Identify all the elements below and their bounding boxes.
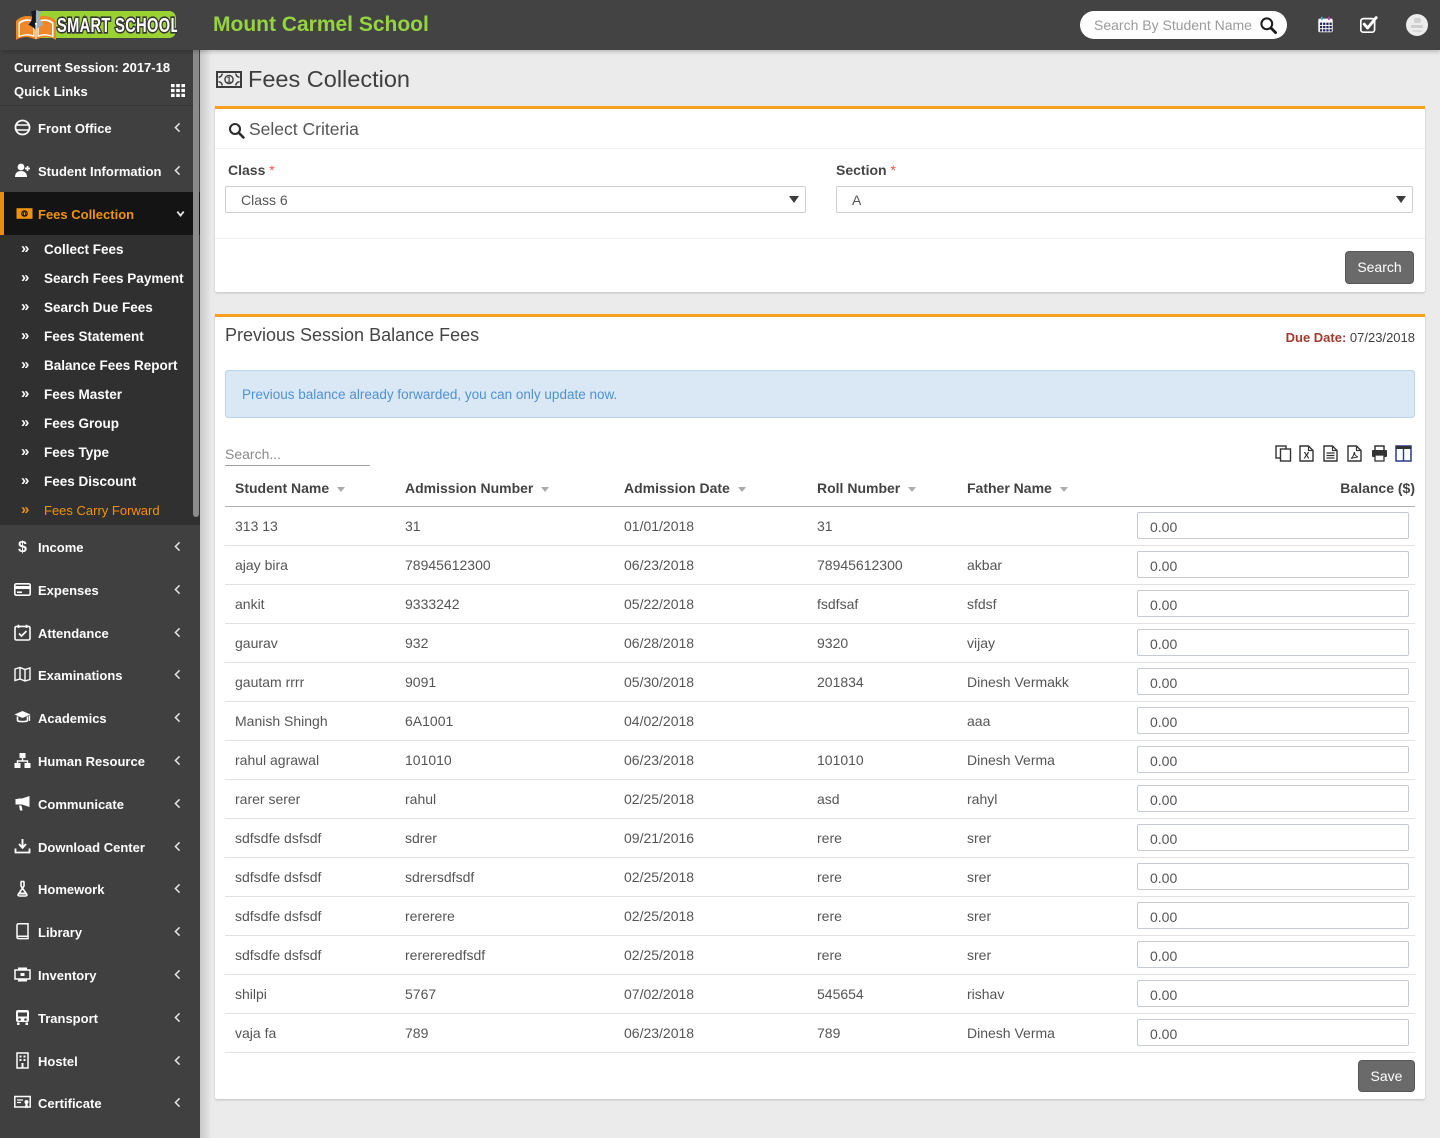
svg-text:$: $ (18, 539, 27, 555)
svg-text:X: X (1303, 451, 1309, 461)
svg-text:0: 0 (23, 211, 27, 218)
svg-text:1: 1 (227, 75, 232, 84)
svg-text:SMART SCHOOL: SMART SCHOOL (57, 14, 177, 37)
